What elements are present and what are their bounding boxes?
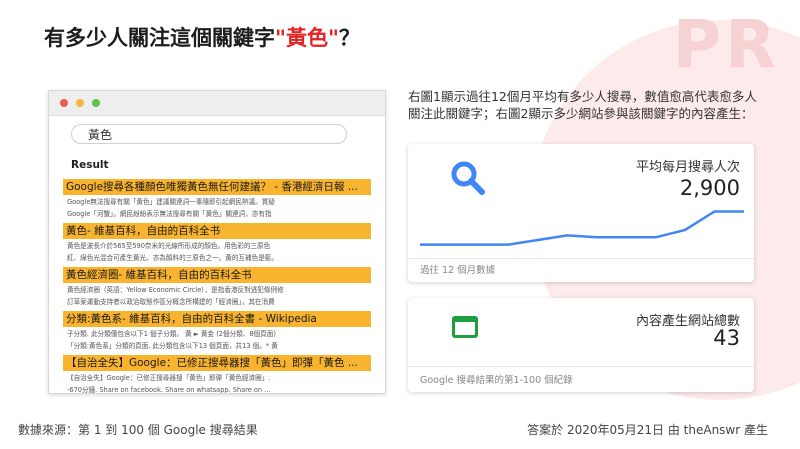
result-heading: Result <box>71 159 109 171</box>
card-value: 2,900 <box>679 176 740 200</box>
data-source-note: 數據來源：第 1 到 100 個 Google 搜尋結果 <box>18 423 258 437</box>
website-icon <box>452 316 478 338</box>
results-list: Google搜尋各種顏色唯獨黃色無任何建議？ - 香港經濟日報 ... Goog… <box>63 179 371 394</box>
divider <box>408 366 754 367</box>
content-sites-card: 內容產生網站總數 43 Google 搜尋結果的第1-100 個紀錄 <box>408 298 754 392</box>
result-snippet-line: 訂草案運動支持者以政治取態作區分概念所構建的「經濟圈」，其在消費 <box>67 298 275 306</box>
maximize-dot-icon <box>92 99 100 107</box>
title-keyword: "黃色" <box>275 26 339 50</box>
result-snippet-line: 【自治全失】Google：已修正搜尋器搜「黃色」即彈「黃色經濟圈」. <box>67 374 271 382</box>
result-snippet-line: 「分類:黃色系」分類的頁面. 此分類包含以下13 個頁面，共13 個。* 黃 <box>67 342 278 350</box>
card-value: 43 <box>713 326 740 350</box>
watermark-logo: PR <box>672 6 780 83</box>
result-snippet-line: -670分鐘. Share on facebook. Share on what… <box>67 386 271 394</box>
result-snippet-line: 黃色是波長介於565至590奈米的光線所形成的顏色。用色彩的三原色 <box>67 242 271 250</box>
page-title: 有多少人關注這個關鍵字"黃色"？ <box>44 22 360 52</box>
result-title-link[interactable]: 黃色經濟圈- 維基百科，自由的百科全书 <box>63 267 371 283</box>
divider <box>408 258 754 259</box>
list-item: Google搜尋各種顏色唯獨黃色無任何建議？ - 香港經濟日報 ... Goog… <box>63 179 371 219</box>
search-input[interactable]: 黃色 <box>71 124 347 144</box>
result-snippet-line: 黃色經濟圈（英語：Yellow Economic Circle），是指香港反對逃… <box>67 286 284 294</box>
card-label: 平均每月搜尋人次 <box>635 160 740 175</box>
list-item: 黃色- 維基百科，自由的百科全书 黃色是波長介於565至590奈米的光線所形成的… <box>63 223 371 263</box>
search-icon <box>451 161 485 195</box>
intro-text: 右圖1顯示過往12個月平均有多少人搜尋，數值愈高代表愈多人關注此關鍵字；右圖2顯… <box>408 89 757 121</box>
result-title-link[interactable]: 黃色- 維基百科，自由的百科全书 <box>63 223 371 239</box>
minimize-dot-icon <box>76 99 84 107</box>
list-item: 黃色經濟圈- 維基百科，自由的百科全书 黃色經濟圈（英語：Yellow Econ… <box>63 267 371 307</box>
browser-titlebar <box>49 91 385 116</box>
result-title-link[interactable]: Google搜尋各種顏色唯獨黃色無任何建議？ - 香港經濟日報 ... <box>63 179 371 195</box>
title-prefix: 有多少人關注這個關鍵字 <box>44 26 275 50</box>
result-title-link[interactable]: 分類:黃色系- 維基百科，自由的百科全書 - Wikipedia <box>63 311 371 327</box>
card-footnote: Google 搜尋結果的第1-100 個紀錄 <box>420 375 573 386</box>
card-footnote: 過往 12 個月數據 <box>420 265 496 276</box>
result-title-link[interactable]: 【自治全失】Google：已修正搜尋器搜「黃色」即彈「黃色 ... <box>63 355 371 371</box>
result-snippet-line: Google無法搜尋有關「黃色」建議關連詞一事隨即引起網民熱議。質疑 <box>67 198 275 206</box>
list-item: 【自治全失】Google：已修正搜尋器搜「黃色」即彈「黃色 ... 【自治全失】… <box>63 355 371 394</box>
monthly-search-card: 平均每月搜尋人次 2,900 過往 12 個月數據 <box>408 144 754 282</box>
browser-mockup: 黃色 Result Google搜尋各種顏色唯獨黃色無任何建議？ - 香港經濟日… <box>48 90 386 394</box>
list-item: 分類:黃色系- 維基百科，自由的百科全書 - Wikipedia 子分類. 此分… <box>63 311 371 351</box>
search-trend-chart <box>420 210 744 246</box>
result-snippet-line: 子分類. 此分類僅包含以下1 個子分類。 黃 ► 黃金 (2個分類、8個頁面) <box>67 330 276 338</box>
title-suffix: ？ <box>338 26 360 50</box>
close-dot-icon <box>60 99 68 107</box>
result-snippet-line: 紅、綠色光混合可產生黃光。亦為顏料的三原色之一。黃的互補色是藍。 <box>67 254 278 262</box>
series-line <box>420 210 744 246</box>
result-snippet-line: Google「河蟹」。網民紛紛表示無法搜尋有關「黃色」關連詞，亦有指 <box>67 210 272 218</box>
generated-credit: 答案於 2020年05月21日 由 theAnswr 產生 <box>527 423 768 437</box>
